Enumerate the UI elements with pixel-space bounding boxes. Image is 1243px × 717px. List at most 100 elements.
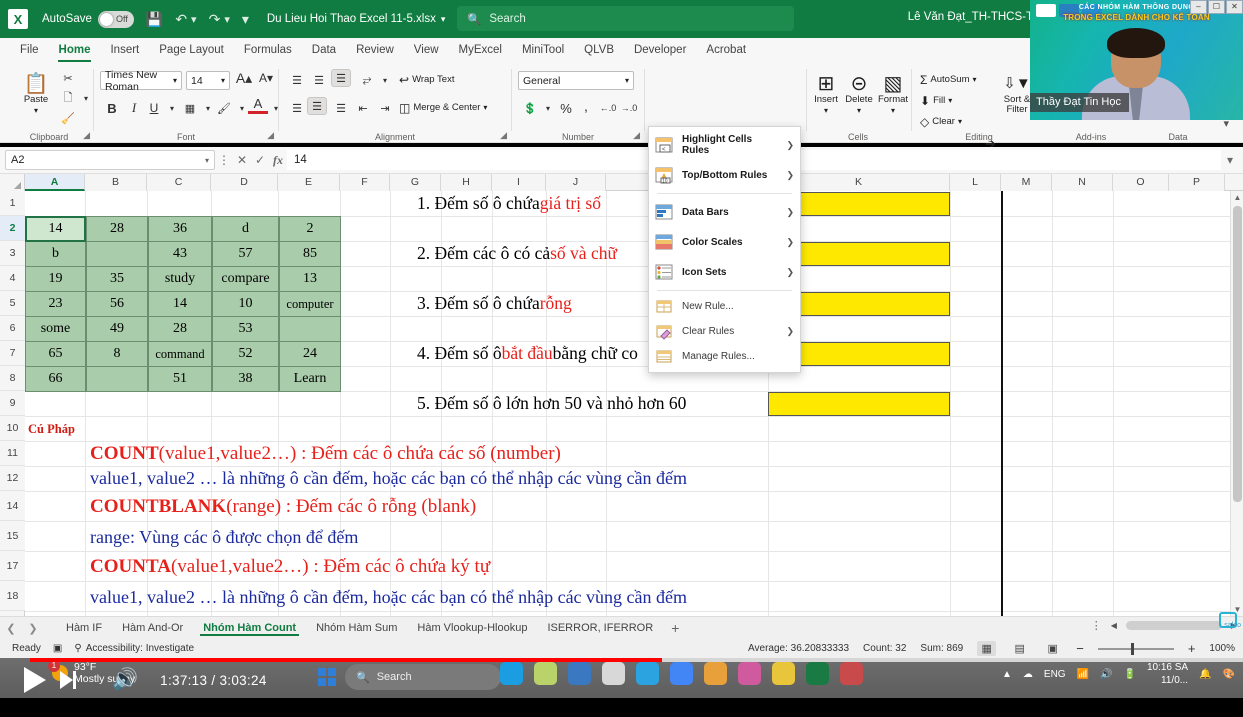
- row-header-14[interactable]: 14: [0, 491, 25, 521]
- cell-e6[interactable]: [279, 316, 341, 342]
- cell-d4[interactable]: compare: [212, 266, 279, 292]
- menu-item-clear-rules[interactable]: Clear Rules ❯: [649, 319, 800, 344]
- cell-a8[interactable]: 66: [25, 366, 86, 392]
- cell-a5[interactable]: 23: [25, 291, 86, 317]
- tab-review[interactable]: Review: [346, 41, 404, 60]
- autosave-switch[interactable]: Off: [97, 10, 134, 28]
- sheet-tab-ham-if[interactable]: Hàm IF: [56, 620, 112, 636]
- row-header-18[interactable]: 18: [0, 581, 25, 611]
- tab-myexcel[interactable]: MyExcel: [449, 41, 512, 60]
- normal-view-icon[interactable]: ▦: [977, 641, 997, 656]
- macro-record-icon[interactable]: ▣: [53, 643, 62, 654]
- paste-button[interactable]: 📋 Paste ▾: [12, 69, 60, 115]
- row-header-10[interactable]: 10: [0, 416, 25, 441]
- tab-data[interactable]: Data: [302, 41, 346, 60]
- fill-color-icon[interactable]: 🖌: [214, 99, 234, 117]
- row-header-15[interactable]: 15: [0, 521, 25, 551]
- autosum-button[interactable]: Σ AutoSum ▾: [920, 71, 977, 88]
- number-format-select[interactable]: General ▾: [518, 71, 634, 90]
- merge-chevron-icon[interactable]: ▾: [483, 103, 487, 112]
- volume-icon[interactable]: 🔊: [112, 668, 138, 692]
- cell-d6[interactable]: 53: [212, 316, 279, 342]
- row-header-5[interactable]: 5: [0, 291, 25, 316]
- tab-page-layout[interactable]: Page Layout: [149, 41, 234, 60]
- align-middle-icon[interactable]: ☰: [309, 71, 329, 89]
- decrease-indent-icon[interactable]: ⇤: [353, 99, 373, 117]
- hscroll-left-icon[interactable]: ◀: [1111, 621, 1117, 630]
- vertical-scroll-thumb[interactable]: [1233, 206, 1242, 502]
- sheet-tab-iserror-iferror[interactable]: ISERROR, IFERROR: [537, 620, 663, 636]
- play-icon[interactable]: [24, 667, 46, 693]
- horizontal-scroll-thumb[interactable]: [1125, 621, 1222, 630]
- wrap-text-button[interactable]: ↩ Wrap Text: [399, 71, 454, 88]
- row-header-11[interactable]: 11: [0, 441, 25, 466]
- sheet-tab-ham-and-or[interactable]: Hàm And-Or: [112, 620, 193, 636]
- comma-style-button[interactable]: ,: [576, 97, 596, 115]
- insert-chevron-icon[interactable]: ▾: [824, 106, 828, 115]
- column-header-f[interactable]: F: [340, 174, 390, 191]
- vertical-scrollbar[interactable]: ▲ ▼: [1230, 191, 1243, 616]
- tab-formulas[interactable]: Formulas: [234, 41, 302, 60]
- user-account-name[interactable]: Lê Văn Đạt_TH-THCS-T: [908, 11, 1033, 23]
- borders-icon[interactable]: ▦: [180, 99, 200, 117]
- tab-home[interactable]: Home: [49, 41, 101, 62]
- cell-b2[interactable]: 28: [86, 216, 148, 242]
- format-chevron-icon[interactable]: ▾: [891, 106, 895, 115]
- align-left-icon[interactable]: ☰: [287, 99, 307, 117]
- paste-chevron-icon[interactable]: ▾: [34, 106, 38, 115]
- increase-decimal-icon[interactable]: ←.0: [598, 99, 618, 117]
- fill-button[interactable]: ⬇ Fill ▾: [920, 92, 952, 109]
- row-header-9[interactable]: 9: [0, 391, 25, 416]
- tab-qlvb[interactable]: QLVB: [574, 41, 624, 60]
- cell-e7[interactable]: 24: [279, 341, 341, 367]
- cell-e4[interactable]: 13: [279, 266, 341, 292]
- clear-button[interactable]: ◇ Clear ▾: [920, 113, 962, 130]
- select-all-corner[interactable]: [0, 174, 25, 191]
- cell-d8[interactable]: 38: [212, 366, 279, 392]
- decrease-decimal-icon[interactable]: →.0: [619, 99, 639, 117]
- restore-button[interactable]: ☐: [1208, 0, 1225, 14]
- redo-icon[interactable]: ↷: [209, 11, 221, 28]
- webcam-overlay[interactable]: CÁC NHÓM HÀM THÔNG DỤNG TRONG EXCEL DÀNH…: [1030, 0, 1243, 120]
- clear-chevron-icon[interactable]: ▾: [958, 117, 962, 126]
- zoom-level[interactable]: 100%: [1209, 643, 1235, 654]
- column-header-p[interactable]: P: [1169, 174, 1225, 191]
- formula-bar-options-icon[interactable]: ⋮: [215, 153, 233, 167]
- row-header-6[interactable]: 6: [0, 316, 25, 341]
- document-title[interactable]: Du Lieu Hoi Thao Excel 11-5.xlsx: [267, 13, 436, 25]
- font-color-icon[interactable]: A: [248, 96, 268, 114]
- align-right-icon[interactable]: ☰: [331, 99, 351, 117]
- cell-b7[interactable]: 8: [86, 341, 148, 367]
- menu-item-highlight-cells-rules[interactable]: < Highlight Cells Rules ❯: [649, 130, 800, 160]
- minimize-button[interactable]: –: [1190, 0, 1207, 14]
- tab-insert[interactable]: Insert: [100, 41, 149, 60]
- cell-e5[interactable]: computer: [279, 291, 341, 317]
- menu-item-top-bottom-rules[interactable]: 10 Top/Bottom Rules ❯: [649, 160, 800, 190]
- format-cells-button[interactable]: ▧ Format ▾: [876, 69, 910, 115]
- delete-cells-button[interactable]: ⊝ Delete ▾: [842, 69, 876, 115]
- redo-dropdown-icon[interactable]: ▾: [224, 13, 230, 26]
- cell-c4[interactable]: study: [148, 266, 212, 292]
- search-input[interactable]: 🔍 Search: [457, 6, 794, 31]
- document-title-chevron-icon[interactable]: ▾: [441, 14, 446, 25]
- save-icon[interactable]: 💾: [146, 11, 163, 28]
- column-header-b[interactable]: B: [85, 174, 147, 191]
- font-size-select[interactable]: 14 ▾: [186, 71, 230, 90]
- cell-c7[interactable]: command: [148, 341, 212, 367]
- cell-b5[interactable]: 56: [86, 291, 148, 317]
- next-track-icon[interactable]: [60, 671, 76, 689]
- sheet-options-icon[interactable]: ⋮: [1091, 619, 1102, 632]
- align-top-icon[interactable]: ☰: [287, 71, 307, 89]
- accounting-format-icon[interactable]: 💲: [520, 99, 540, 117]
- copy-icon[interactable]: 🗋: [58, 89, 78, 107]
- align-bottom-icon[interactable]: ☰: [331, 69, 351, 87]
- insert-function-icon[interactable]: fx: [269, 153, 287, 168]
- sheet-tab-nhom-ham-count[interactable]: Nhóm Hàm Count: [193, 620, 306, 636]
- alignment-dialog-launcher-icon[interactable]: ◢: [500, 130, 507, 141]
- row-header-17[interactable]: 17: [0, 551, 25, 581]
- add-sheet-button[interactable]: +: [671, 620, 679, 636]
- format-painter-icon[interactable]: 🧹: [58, 109, 78, 127]
- page-layout-icon[interactable]: ▤: [1010, 641, 1029, 656]
- increase-indent-icon[interactable]: ⇥: [375, 99, 395, 117]
- cell-d2[interactable]: d: [212, 216, 279, 242]
